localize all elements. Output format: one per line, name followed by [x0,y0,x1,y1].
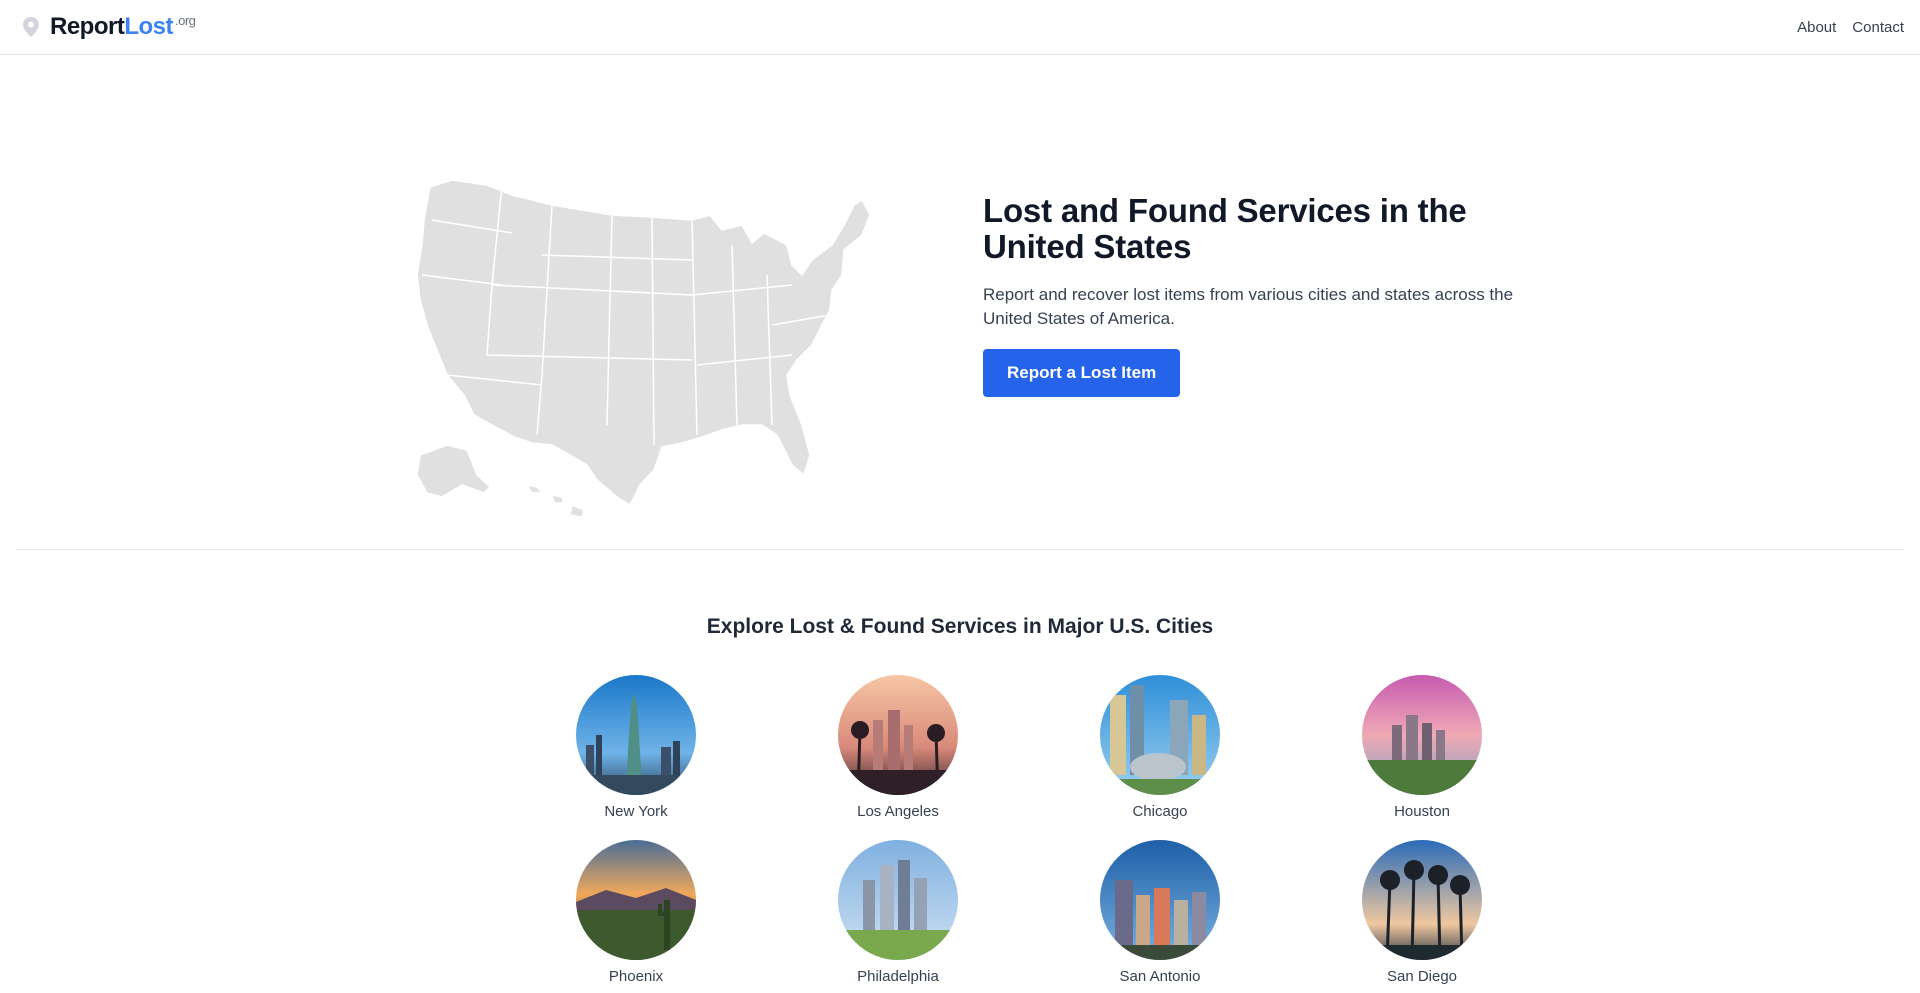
city-photo-san-diego[interactable] [1362,840,1482,960]
city-photo-houston[interactable] [1362,675,1482,795]
city-photo-phoenix[interactable] [576,840,696,960]
city-name: Philadelphia [857,968,939,985]
hero-subtitle: Report and recover lost items from vario… [983,285,1514,328]
alaska-shape [416,444,492,498]
top-nav: About Contact [1797,19,1904,36]
site-logo: ReportLost .org [50,13,196,41]
hawaii-shape [525,483,585,518]
nav-about[interactable]: About [1797,19,1836,36]
city-card-chicago[interactable]: Chicago [1029,675,1291,820]
city-card-los-angeles[interactable]: Los Angeles [767,675,1029,820]
report-lost-item-button[interactable]: Report a Lost Item [983,349,1181,397]
site-header: ReportLost .org About Contact [0,0,1920,55]
us-map-graphic[interactable] [392,125,944,535]
city-photo-los-angeles[interactable] [838,675,958,795]
city-photo-philadelphia[interactable] [838,840,958,960]
cities-grid: New York Los Angeles Chicago Houston Pho… [505,675,1482,985]
nav-contact[interactable]: Contact [1852,19,1904,36]
city-name: New York [604,803,668,820]
city-card-houston[interactable]: Houston [1291,675,1553,820]
cities-section: Explore Lost & Found Services in Major U… [0,615,1920,985]
city-name: Los Angeles [857,803,939,820]
city-card-philadelphia[interactable]: Philadelphia [767,840,1029,985]
logo-tld: .org [175,13,196,28]
city-name: Phoenix [608,968,664,985]
city-photo-san-antonio[interactable] [1100,840,1220,960]
logo-text-main: Report [50,13,125,40]
city-photo-new-york[interactable] [576,675,696,795]
city-photo-chicago[interactable] [1100,675,1220,795]
hero-section: Lost and Found Services in the United St… [16,55,1904,550]
city-card-new-york[interactable]: New York [505,675,767,820]
location-pin-icon [23,17,39,37]
hero-text-block: Lost and Found Services in the United St… [983,193,1543,397]
city-name: San Diego [1386,968,1458,985]
city-name: San Antonio [1119,968,1201,985]
city-card-san-antonio[interactable]: San Antonio [1029,840,1291,985]
city-card-phoenix[interactable]: Phoenix [505,840,767,985]
page-title: Lost and Found Services in the United St… [983,192,1467,265]
city-name: Chicago [1132,803,1188,820]
cities-heading: Explore Lost & Found Services in Major U… [706,615,1214,638]
brand-logo[interactable]: ReportLost .org [22,13,196,41]
logo-text-accent: Lost [124,13,174,40]
city-card-san-diego[interactable]: San Diego [1291,840,1553,985]
city-name: Houston [1394,803,1450,820]
